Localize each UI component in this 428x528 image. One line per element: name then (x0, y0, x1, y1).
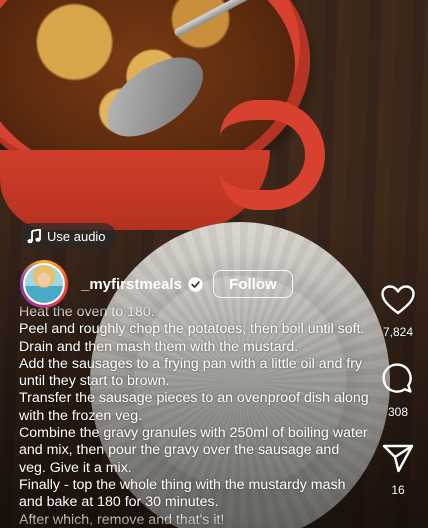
verified-badge-icon (188, 276, 203, 292)
caption-line: Combine the gravy granules with 250ml of… (19, 425, 368, 476)
caption-line: Add the sausages to a frying pan with a … (19, 355, 363, 390)
like-action[interactable]: 7,824 (368, 285, 428, 339)
use-audio-label: Use audio (47, 228, 106, 244)
like-count: 7,824 (382, 325, 414, 339)
caption-line: Peel and roughly chop the potatoes, then… (19, 321, 365, 355)
caption[interactable]: Heat the oven to 180. Peel and roughly c… (19, 304, 369, 528)
caption-line: Transfer the sausage pieces to an ovenpr… (19, 390, 369, 424)
share-count: 16 (391, 483, 405, 497)
caption-line: After which, remove and that's it! (19, 511, 225, 528)
caption-line: Heat the oven to 180. (19, 304, 155, 320)
share-action[interactable]: 16 (368, 443, 428, 497)
music-note-icon (27, 228, 41, 244)
heart-icon[interactable] (381, 285, 415, 320)
username[interactable]: _myfirstmeals (81, 276, 182, 293)
comment-count: 308 (387, 405, 409, 419)
comment-bubble-icon[interactable] (382, 363, 414, 400)
comment-action[interactable]: 308 (368, 363, 428, 419)
send-arrow-icon[interactable] (382, 443, 414, 478)
use-audio-button[interactable]: Use audio (19, 223, 116, 249)
avatar[interactable] (20, 260, 68, 308)
avatar-photo (25, 265, 63, 303)
follow-button[interactable]: Follow (212, 270, 293, 298)
user-row: _myfirstmeals Follow (20, 258, 293, 310)
caption-line: Finally - top the whole thing with the m… (19, 476, 346, 511)
